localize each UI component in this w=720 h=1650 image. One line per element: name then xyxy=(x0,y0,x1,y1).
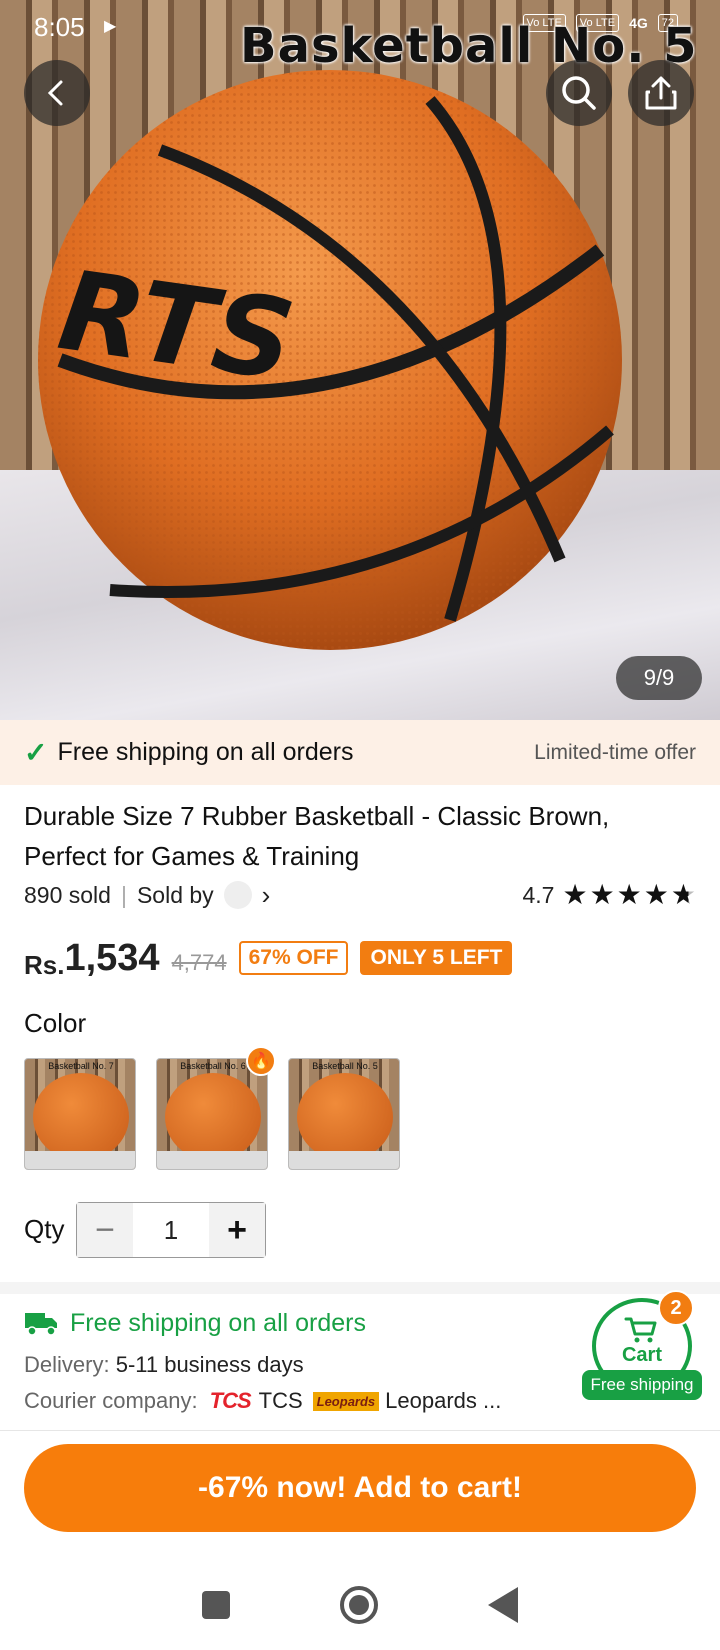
home-icon-dot xyxy=(349,1595,369,1615)
shipping-info[interactable]: Free shipping on all orders Delivery: 5-… xyxy=(24,1304,584,1414)
price-value: 1,534 xyxy=(64,936,160,979)
quantity-stepper: − 1 + xyxy=(76,1202,266,1258)
search-icon xyxy=(562,76,596,110)
bottom-separator xyxy=(0,1430,720,1431)
swatch-ball-image xyxy=(297,1073,393,1161)
price-row: Rs. 1,534 4,774 67% OFF ONLY 5 LEFT xyxy=(24,930,513,986)
chevron-right-icon[interactable]: › xyxy=(262,880,271,911)
back-button[interactable] xyxy=(24,60,90,126)
check-icon: ✓ xyxy=(24,737,48,768)
star-half-icon: ★ xyxy=(670,879,696,910)
banner-text: Free shipping on all orders xyxy=(57,738,354,766)
color-option[interactable]: Basketball No. 7 xyxy=(24,1058,136,1170)
color-option[interactable]: Basketball No. 6 xyxy=(156,1058,268,1170)
add-to-cart-button[interactable]: -67% now! Add to cart! xyxy=(24,1444,696,1532)
swatch-label: Basketball No. 7 xyxy=(48,1061,114,1071)
swatch-ball-image xyxy=(33,1073,129,1161)
home-icon[interactable] xyxy=(340,1586,378,1624)
increase-qty-button[interactable]: + xyxy=(209,1203,265,1257)
limited-offer-label: Limited-time offer xyxy=(534,740,696,764)
star-icon: ★ xyxy=(643,879,669,910)
cart-button[interactable]: Cart 2 Free shipping xyxy=(582,1290,702,1400)
system-nav-bar xyxy=(0,1560,720,1650)
back-nav-icon[interactable] xyxy=(488,1587,518,1623)
delivery-value: 5-11 business days xyxy=(115,1352,304,1377)
decrease-qty-button[interactable]: − xyxy=(77,1203,133,1257)
swatch-label: Basketball No. 5 xyxy=(312,1061,378,1071)
discount-badge: 67% OFF xyxy=(238,941,349,975)
product-title: Durable Size 7 Rubber Basketball - Class… xyxy=(24,801,610,871)
recent-apps-icon[interactable] xyxy=(202,1591,230,1619)
tcs-logo: TCS xyxy=(209,1388,252,1413)
stock-badge: ONLY 5 LEFT xyxy=(360,941,513,975)
swatch-floor xyxy=(157,1151,267,1169)
delivery-key: Delivery: xyxy=(24,1352,110,1377)
chevron-left-icon xyxy=(47,80,63,106)
basketball-image: RTS xyxy=(38,70,622,650)
search-button[interactable] xyxy=(546,60,612,126)
shipping-header: Free shipping on all orders xyxy=(24,1304,584,1342)
truck-icon xyxy=(25,1313,57,1336)
cart-count-badge: 2 xyxy=(658,1290,694,1326)
courier-tcs: TCS xyxy=(258,1388,303,1413)
color-option[interactable]: Basketball No. 5 xyxy=(288,1058,400,1170)
swatch-floor xyxy=(289,1151,399,1169)
free-shipping-banner[interactable]: ✓ Free shipping on all orders Limited-ti… xyxy=(0,720,720,785)
courier-key: Courier company: xyxy=(24,1388,198,1413)
seller-avatar[interactable] xyxy=(223,881,252,909)
courier-leopards: Leopards ... xyxy=(385,1388,502,1413)
star-icon: ★ xyxy=(589,879,615,910)
image-counter: 9/9 xyxy=(616,656,702,700)
cart-icon xyxy=(624,1317,657,1343)
original-price: 4,774 xyxy=(171,950,227,975)
qty-label: Qty xyxy=(24,1214,65,1244)
product-image[interactable]: RTS 8:05 ▶ Vo LTE Vo LTE 4G 72 Basketbal… xyxy=(0,0,720,720)
cart-free-shipping: Free shipping xyxy=(582,1370,702,1400)
share-button[interactable] xyxy=(628,60,694,126)
share-icon xyxy=(645,76,677,110)
sold-count: 890 sold xyxy=(24,881,111,908)
fire-icon: 🔥 xyxy=(246,1046,276,1076)
star-icon: ★ xyxy=(562,879,588,910)
status-time: 8:05 xyxy=(34,12,85,42)
rating[interactable]: 4.7 ★ ★ ★ ★ ★ xyxy=(522,881,696,909)
sold-by-label[interactable]: Sold by xyxy=(137,882,214,909)
qty-value[interactable]: 1 xyxy=(133,1203,209,1257)
swatch-ball-image xyxy=(165,1073,261,1161)
play-icon: ▶ xyxy=(104,18,117,35)
leopards-logo: Leopards xyxy=(312,1391,380,1411)
image-overlay-title: Basketball No. 5 xyxy=(240,18,698,74)
delivery-row: Delivery: 5-11 business days xyxy=(24,1352,584,1378)
cart-label: Cart xyxy=(621,1344,662,1366)
courier-row: Courier company: TCS TCS Leopards Leopar… xyxy=(24,1388,584,1414)
shipping-title: Free shipping on all orders xyxy=(70,1308,366,1337)
product-meta-row: 890 sold | Sold by › 4.7 ★ ★ ★ ★ ★ xyxy=(24,876,696,914)
star-icon: ★ xyxy=(616,879,642,910)
price-currency: Rs. xyxy=(24,949,65,980)
rating-value: 4.7 xyxy=(522,881,555,908)
color-label: Color xyxy=(24,1008,87,1038)
meta-separator: | xyxy=(120,881,127,908)
swatch-floor xyxy=(25,1151,135,1169)
